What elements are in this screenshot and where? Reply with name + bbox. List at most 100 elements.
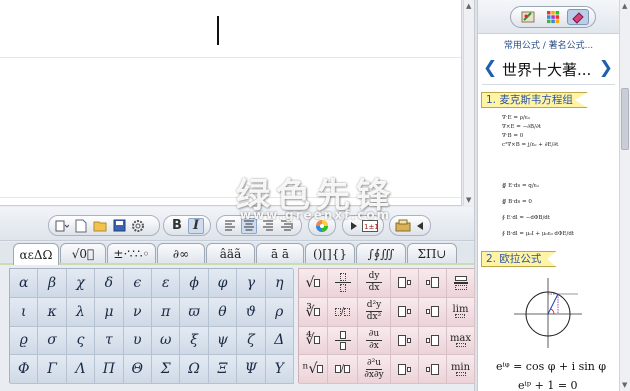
greek-symbol-button[interactable]: κ bbox=[38, 297, 67, 327]
greek-symbol-button[interactable]: π bbox=[152, 297, 181, 327]
derivative-template-button[interactable]: ∂u ∂x bbox=[358, 326, 391, 356]
derivative-template-button[interactable]: ∂²u ∂x∂y bbox=[358, 355, 391, 384]
greek-symbol-button[interactable]: η bbox=[265, 269, 294, 298]
open-folder-icon[interactable] bbox=[92, 218, 108, 234]
greek-symbol-button[interactable]: Φ bbox=[10, 355, 39, 384]
fraction-template-button[interactable] bbox=[328, 269, 358, 298]
greek-symbol-button[interactable]: Ξ bbox=[208, 355, 238, 384]
italic-button[interactable]: I bbox=[188, 217, 204, 234]
scroll-up-icon[interactable]: ▲ bbox=[622, 2, 627, 10]
scroll-down-icon[interactable]: ▼ bbox=[466, 196, 471, 204]
prescript-template-button[interactable] bbox=[419, 269, 447, 298]
tab-roots[interactable]: √0⃞ bbox=[60, 243, 106, 264]
limit-template-button[interactable]: lim bbox=[447, 297, 475, 327]
formula-editor-area[interactable] bbox=[0, 0, 462, 206]
back-arrow-icon[interactable] bbox=[414, 218, 425, 234]
limit-template-button[interactable] bbox=[447, 269, 475, 298]
greek-symbol-button[interactable]: Σ bbox=[152, 355, 181, 384]
greek-symbol-button[interactable]: ϵ bbox=[123, 269, 152, 298]
scroll-down-icon[interactable]: ▼ bbox=[622, 381, 627, 389]
tab-operators[interactable]: ±·∵∴◦ bbox=[107, 243, 156, 264]
root-template-button[interactable]: ∛ bbox=[299, 297, 328, 327]
tab-over-under[interactable]: ā ā bbox=[256, 243, 304, 264]
greek-symbol-button[interactable]: φ bbox=[208, 269, 238, 298]
new-document-icon[interactable] bbox=[73, 218, 89, 234]
fraction-template-button[interactable]: / bbox=[328, 297, 358, 327]
tab-greek[interactable]: αεΔΩ bbox=[13, 243, 59, 265]
prescript-template-button[interactable] bbox=[419, 355, 447, 384]
scrollbar-thumb[interactable] bbox=[621, 88, 629, 150]
next-arrow-icon[interactable]: ❯ bbox=[599, 58, 613, 78]
greek-symbol-button[interactable]: ϖ bbox=[180, 297, 209, 327]
section-label-maxwell[interactable]: 1. 麦克斯韦方程组 bbox=[481, 92, 588, 108]
root-template-button[interactable]: √ bbox=[299, 269, 328, 298]
greek-symbol-button[interactable]: ω bbox=[152, 326, 181, 356]
greek-symbol-button[interactable]: Λ bbox=[66, 355, 96, 384]
greek-symbol-button[interactable]: δ bbox=[95, 269, 124, 298]
greek-symbol-button[interactable]: ψ bbox=[208, 326, 238, 356]
greek-symbol-button[interactable]: ι bbox=[10, 297, 39, 327]
script-template-button[interactable] bbox=[391, 355, 419, 384]
limit-template-button[interactable]: max bbox=[447, 326, 475, 356]
align-right-icon[interactable] bbox=[260, 218, 276, 234]
play-icon[interactable] bbox=[348, 218, 359, 234]
greek-symbol-button[interactable]: ϕ bbox=[180, 269, 209, 298]
greek-symbol-button[interactable]: Ω bbox=[180, 355, 209, 384]
greek-symbol-button[interactable]: Δ bbox=[265, 326, 294, 356]
greek-symbol-button[interactable]: ϱ bbox=[10, 326, 39, 356]
greek-symbol-button[interactable]: ρ bbox=[265, 297, 294, 327]
greek-symbol-button[interactable]: Γ bbox=[38, 355, 67, 384]
greek-symbol-button[interactable]: χ bbox=[66, 269, 96, 298]
align-left-icon[interactable] bbox=[222, 218, 238, 234]
euler-formula[interactable]: eⁱᵠ = cos φ + i sin φ bbox=[496, 360, 606, 373]
grid-icon[interactable] bbox=[542, 9, 564, 25]
script-template-button[interactable] bbox=[391, 326, 419, 356]
greek-symbol-button[interactable]: ν bbox=[123, 297, 152, 327]
greek-symbol-button[interactable]: ξ bbox=[180, 326, 209, 356]
root-template-button[interactable]: ⁿ√ bbox=[299, 355, 328, 384]
tab-accents[interactable]: âäã bbox=[206, 243, 255, 264]
brush-icon[interactable] bbox=[517, 9, 539, 25]
export-package-icon[interactable] bbox=[395, 218, 411, 234]
script-template-button[interactable] bbox=[391, 297, 419, 327]
tab-brackets[interactable]: ()[]{} bbox=[305, 243, 355, 264]
greek-symbol-button[interactable]: θ bbox=[208, 297, 238, 327]
fraction-template-button[interactable]: / bbox=[328, 355, 358, 384]
root-template-button[interactable]: ∜ bbox=[299, 326, 328, 356]
maxwell-differential-formula[interactable]: ∇·E = ρ/ε₀ ∇×E = −∂B/∂t ∇·B = 0 c²∇×B = … bbox=[502, 114, 582, 176]
greek-symbol-button[interactable]: Ψ bbox=[237, 355, 266, 384]
settings-gear-icon[interactable] bbox=[130, 218, 146, 234]
limit-template-button[interactable]: min bbox=[447, 355, 475, 384]
prescript-template-button[interactable] bbox=[419, 326, 447, 356]
greek-symbol-button[interactable]: ε bbox=[152, 269, 181, 298]
tab-integrals[interactable]: ∫∮∭ bbox=[356, 243, 406, 264]
greek-symbol-button[interactable]: Π bbox=[95, 355, 124, 384]
library-scrollbar[interactable]: ▲ ▼ bbox=[619, 0, 630, 391]
greek-symbol-button[interactable]: ζ bbox=[237, 326, 266, 356]
editor-scrollbar[interactable]: ▲ ▼ bbox=[463, 0, 474, 206]
color-wheel-icon[interactable] bbox=[314, 218, 330, 234]
greek-symbol-button[interactable]: μ bbox=[95, 297, 124, 327]
previous-arrow-icon[interactable]: ❮ bbox=[483, 58, 497, 78]
bold-button[interactable]: B bbox=[169, 218, 185, 234]
greek-symbol-button[interactable]: λ bbox=[66, 297, 96, 327]
greek-symbol-button[interactable]: Υ bbox=[265, 355, 294, 384]
script-template-button[interactable] bbox=[391, 269, 419, 298]
greek-symbol-button[interactable]: Θ bbox=[123, 355, 152, 384]
greek-symbol-button[interactable]: τ bbox=[95, 326, 124, 356]
tab-calculus-symbols[interactable]: ∂∞ bbox=[157, 243, 205, 264]
breadcrumb[interactable]: 常用公式 / 著名公式... bbox=[478, 38, 619, 51]
section-label-euler[interactable]: 2. 欧拉公式 bbox=[481, 251, 557, 267]
prescript-template-button[interactable] bbox=[419, 297, 447, 327]
euler-identity[interactable]: eⁱᵖ + 1 = 0 bbox=[518, 379, 608, 391]
unit-circle-diagram[interactable] bbox=[512, 276, 584, 350]
greek-symbol-button[interactable]: σ bbox=[38, 326, 67, 356]
greek-symbol-button[interactable]: α bbox=[10, 269, 39, 298]
eraser-icon[interactable] bbox=[567, 9, 590, 25]
insert-number-icon[interactable]: 1±1 bbox=[362, 218, 378, 234]
maxwell-integral-formula[interactable]: ∯ E·ds = q/ε₀ ∯ B·ds = 0 ∮ E·dl = −dΦB/d… bbox=[502, 174, 597, 248]
greek-symbol-button[interactable]: ϑ bbox=[237, 297, 266, 327]
derivative-template-button[interactable]: d²y dx² bbox=[358, 297, 391, 327]
tab-sums-products[interactable]: ΣΠ∪ bbox=[407, 243, 457, 264]
template-menu-icon[interactable] bbox=[54, 218, 70, 234]
